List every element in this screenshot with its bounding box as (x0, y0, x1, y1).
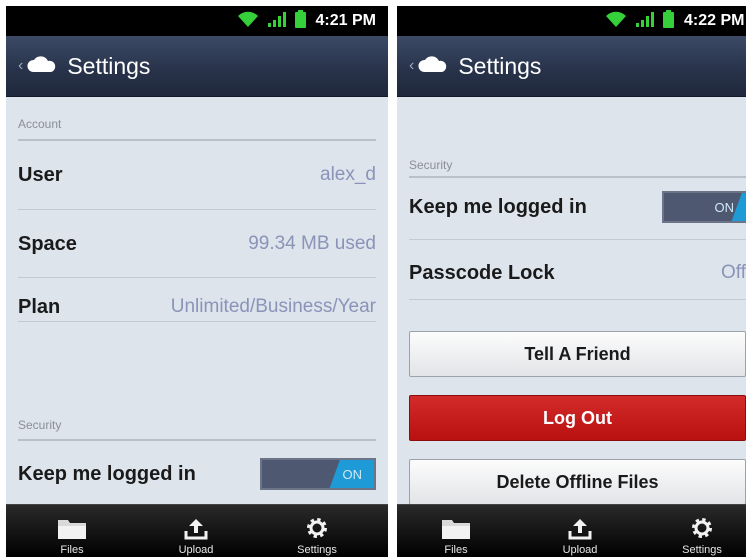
tab-settings[interactable]: Settings (657, 505, 746, 557)
user-label: User (18, 163, 63, 186)
row-keep-logged-in: Keep me logged in ON (409, 187, 746, 227)
page-title: Settings (458, 52, 542, 79)
divider (18, 139, 376, 141)
gear-icon (307, 518, 327, 538)
tab-upload-label: Upload (178, 544, 214, 556)
divider (18, 439, 376, 441)
toggle-state: ON (714, 199, 735, 215)
divider (409, 239, 746, 240)
tab-upload[interactable]: Upload (535, 505, 625, 557)
tab-settings-label: Settings (297, 544, 337, 556)
wifi-icon (605, 10, 627, 33)
cloud-icon[interactable] (27, 55, 57, 77)
row-user: User alex_d (18, 155, 376, 195)
keep-logged-in-label: Keep me logged in (18, 462, 196, 485)
logout-button[interactable]: Log Out (409, 395, 746, 441)
title-bar: ‹ Settings (6, 36, 388, 97)
divider (409, 299, 746, 300)
passcode-value: Off (721, 262, 746, 283)
settings-content: Security Keep me logged in ON Passcode L… (397, 97, 746, 505)
settings-screen-1: 4:21 PM ‹ Settings Account User alex_d S… (6, 6, 388, 557)
user-value: alex_d (320, 164, 376, 185)
battery-icon (663, 9, 674, 33)
divider (18, 277, 376, 278)
keep-logged-in-toggle[interactable]: ON (662, 191, 746, 223)
row-keep-logged-in: Keep me logged in ON (18, 454, 376, 494)
status-bar: 4:21 PM (6, 6, 388, 36)
folder-icon (58, 520, 86, 539)
back-chevron-icon[interactable]: ‹ (409, 57, 414, 75)
battery-icon (294, 9, 306, 33)
settings-content: Account User alex_d Space 99.34 MB used … (6, 97, 388, 505)
tab-settings-label: Settings (682, 544, 722, 556)
tab-files-label: Files (444, 544, 468, 556)
divider (18, 209, 376, 210)
upload-icon (184, 519, 208, 540)
tab-files[interactable]: Files (411, 505, 501, 557)
tab-bar: Files Upload Settings (6, 504, 388, 557)
title-bar: ‹ Settings (397, 36, 746, 97)
toggle-state: ON (342, 466, 363, 482)
passcode-label: Passcode Lock (409, 261, 555, 284)
space-label: Space (18, 232, 77, 255)
delete-offline-files-button[interactable]: Delete Offline Files (409, 459, 746, 505)
section-label-security: Security (409, 158, 453, 172)
status-bar: 4:22 PM (397, 6, 746, 36)
row-space: Space 99.34 MB used (18, 224, 376, 264)
section-label-security: Security (18, 418, 62, 432)
space-value: 99.34 MB used (248, 233, 376, 254)
divider (18, 321, 376, 322)
tab-files[interactable]: Files (27, 505, 117, 557)
upload-icon (568, 519, 592, 540)
keep-logged-in-toggle[interactable]: ON (260, 458, 376, 490)
section-label-account: Account (18, 117, 62, 131)
wifi-icon (237, 10, 259, 33)
signal-icon (635, 10, 655, 33)
plan-label: Plan (18, 295, 61, 318)
gear-icon (692, 518, 712, 538)
status-time: 4:21 PM (315, 12, 376, 29)
divider (409, 176, 746, 178)
settings-screen-2: 4:22 PM ‹ Settings Security Keep me logg… (397, 6, 746, 557)
tab-settings[interactable]: Settings (272, 505, 362, 557)
folder-icon (442, 520, 470, 539)
cloud-icon[interactable] (418, 55, 448, 77)
status-time: 4:22 PM (684, 12, 745, 29)
back-chevron-icon[interactable]: ‹ (18, 57, 23, 75)
keep-logged-in-label: Keep me logged in (409, 195, 587, 218)
signal-icon (267, 10, 287, 33)
page-title: Settings (67, 52, 151, 79)
tab-upload[interactable]: Upload (151, 505, 241, 557)
tab-bar: Files Upload Settings (397, 504, 746, 557)
tab-files-label: Files (60, 544, 84, 556)
plan-value: Unlimited/Business/Year (170, 296, 376, 317)
tab-upload-label: Upload (562, 544, 598, 556)
tell-a-friend-button[interactable]: Tell A Friend (409, 331, 746, 377)
row-passcode-lock[interactable]: Passcode Lock Off (409, 253, 746, 293)
